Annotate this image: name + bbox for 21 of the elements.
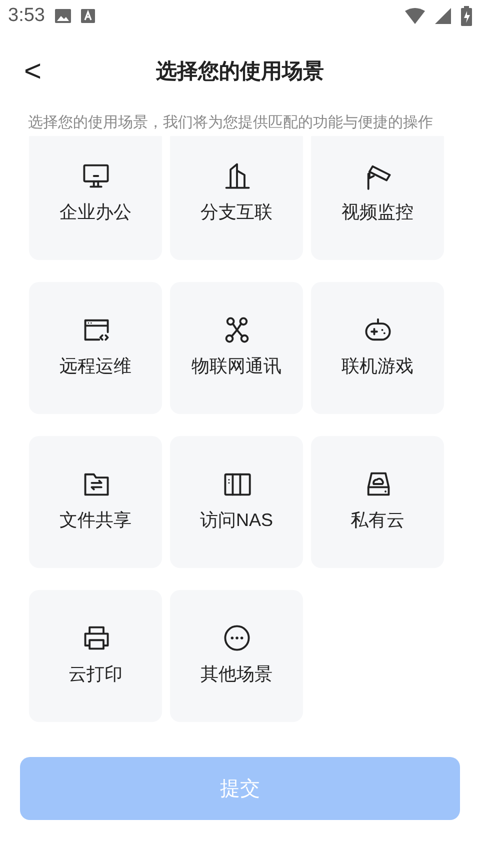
- scene-option[interactable]: 企业办公: [29, 136, 162, 260]
- image-icon: [54, 9, 71, 23]
- scene-option[interactable]: 远程运维: [29, 282, 162, 414]
- subtitle-text: 选择您的使用场景，我们将为您提供匹配的功能与便捷的操作: [27, 113, 434, 133]
- scene-option[interactable]: 其他场景: [170, 590, 303, 722]
- back-button[interactable]: <: [0, 57, 66, 87]
- font-icon: [80, 9, 95, 23]
- page-title: 选择您的使用场景: [156, 60, 324, 84]
- wifi-icon: [405, 8, 425, 24]
- more-icon: [222, 623, 252, 653]
- scene-option[interactable]: 视频监控: [311, 136, 444, 260]
- scene-option[interactable]: 云打印: [29, 590, 162, 722]
- scene-option[interactable]: 分支互联: [170, 136, 303, 260]
- scene-option[interactable]: 私有云: [311, 436, 444, 568]
- scene-option[interactable]: 物联网通讯: [170, 282, 303, 414]
- battery-icon: [461, 6, 472, 26]
- signal-icon: [435, 8, 451, 24]
- scene-option[interactable]: 文件共享: [29, 436, 162, 568]
- status-time: 3:53: [8, 4, 45, 28]
- scene-option[interactable]: 访问NAS: [170, 436, 303, 568]
- scene-option[interactable]: 联机游戏: [311, 282, 444, 414]
